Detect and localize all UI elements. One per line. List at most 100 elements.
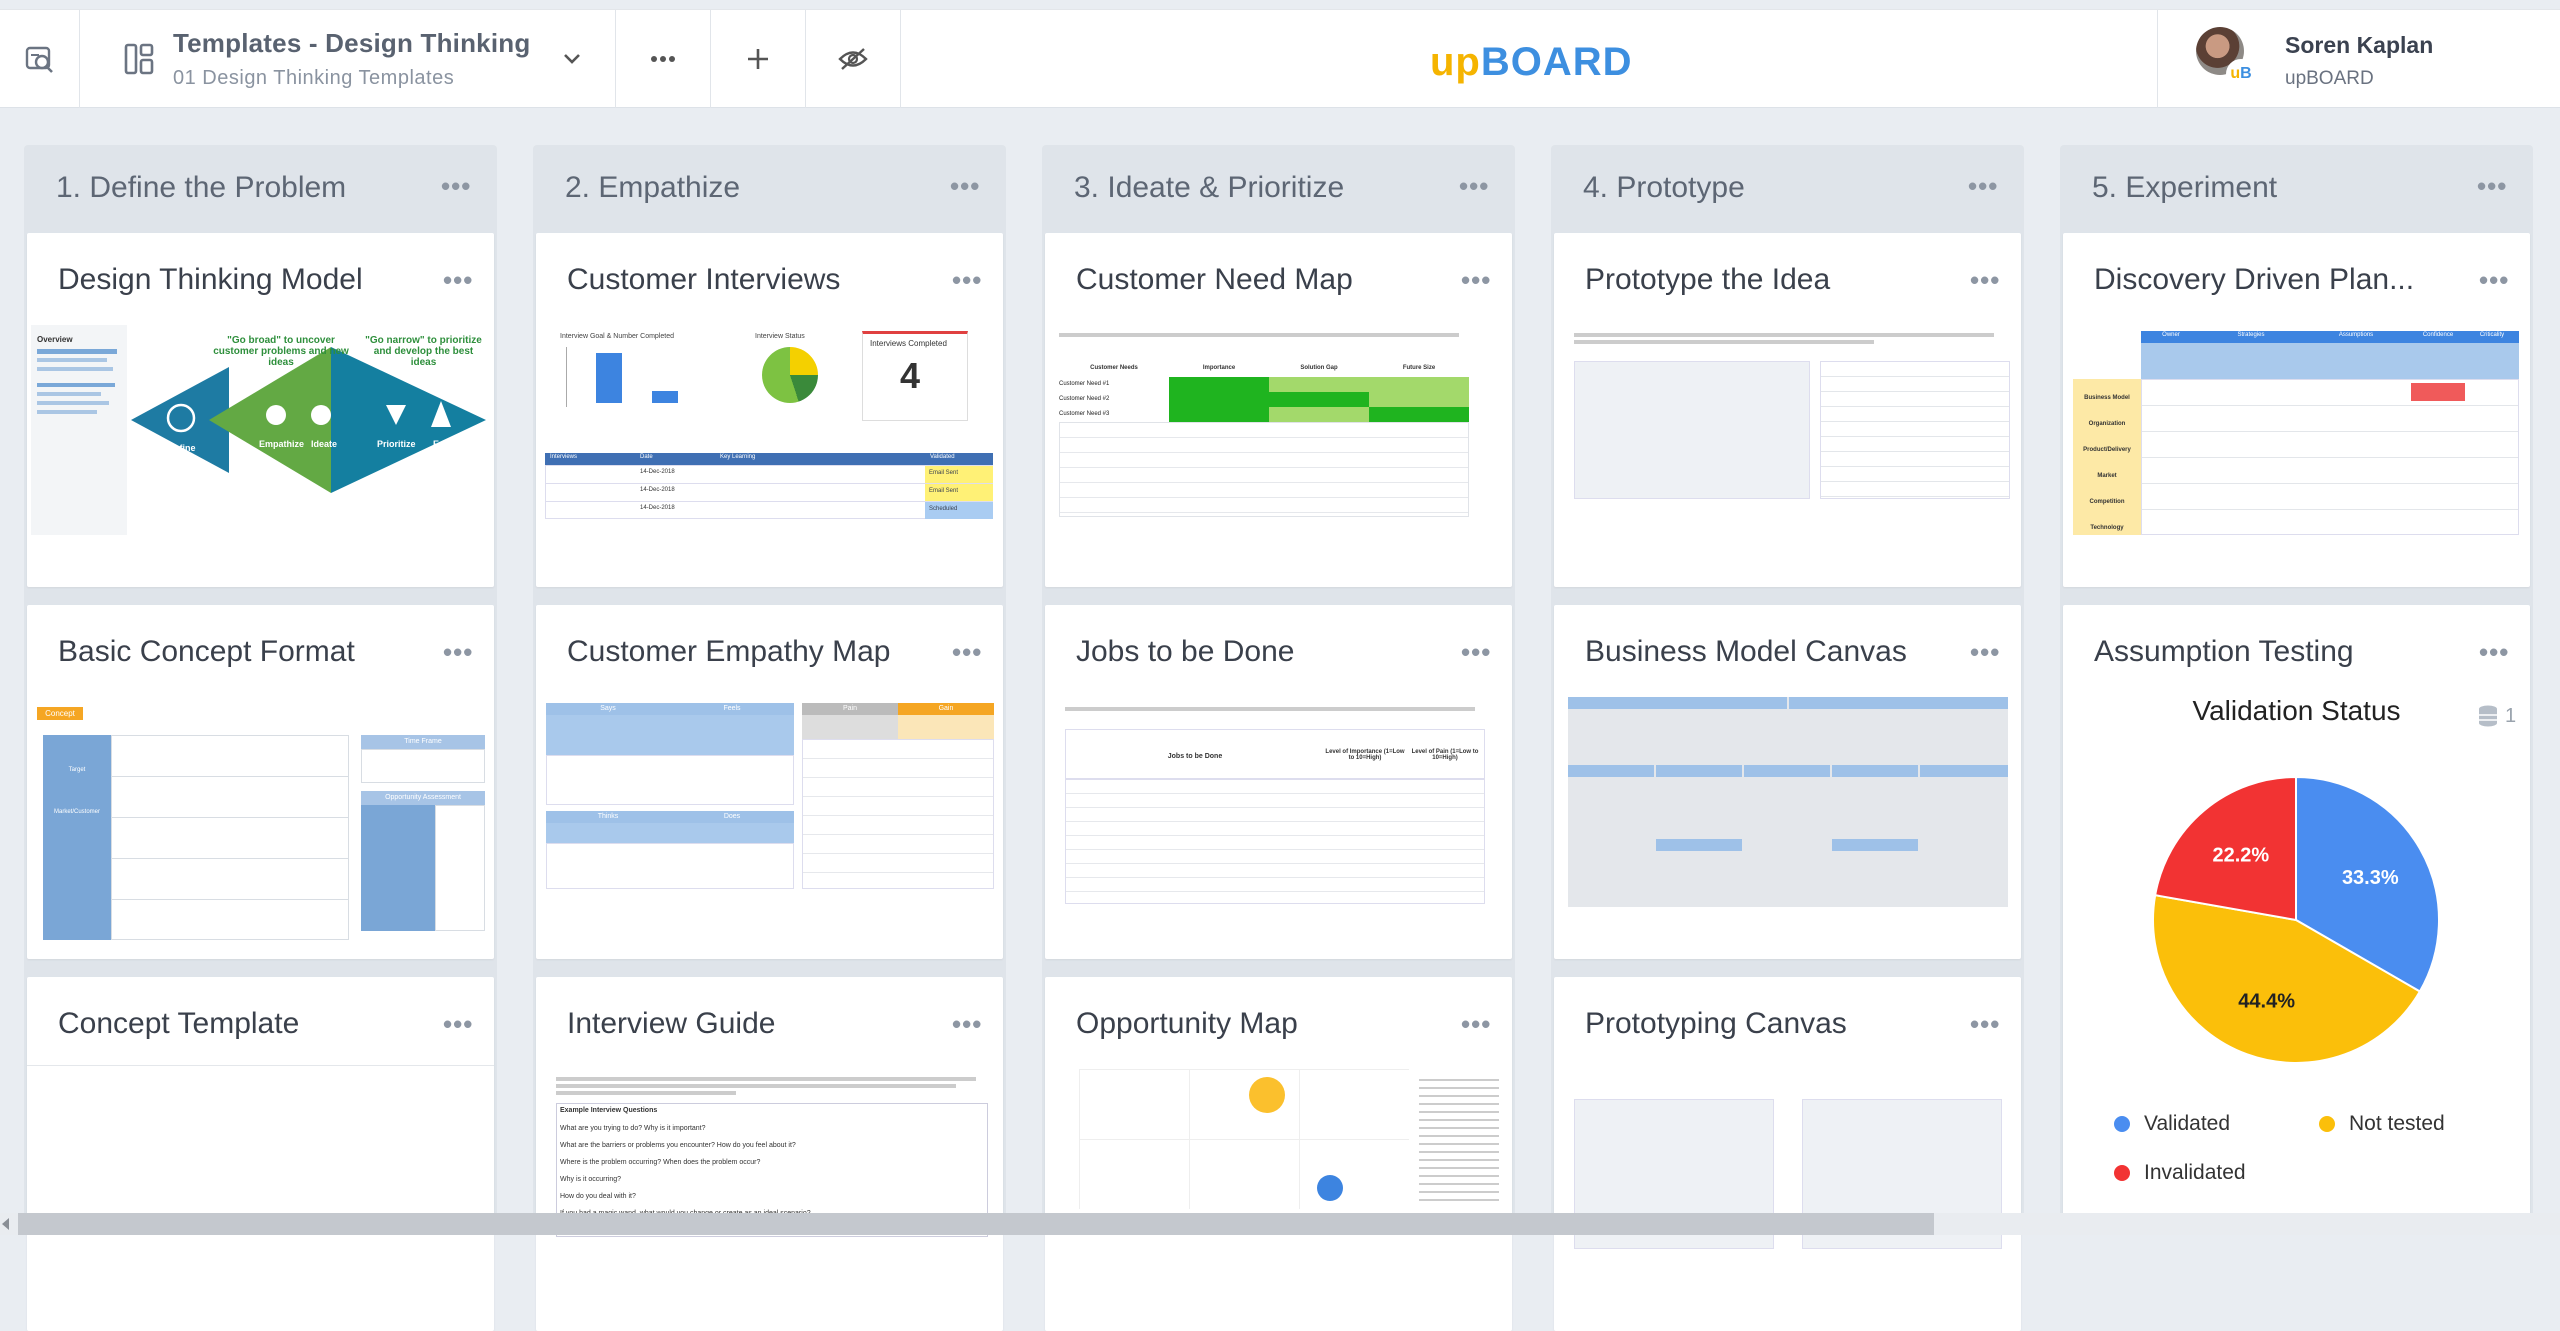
column-more-icon[interactable]: ••• <box>2477 173 2507 199</box>
pie-label-validated: 33.3% <box>2342 867 2399 889</box>
column-more-icon[interactable]: ••• <box>441 173 471 199</box>
horizontal-scrollbar[interactable] <box>0 1213 2560 1235</box>
card-interview-guide[interactable]: Interview Guide ••• Example Interview Qu… <box>536 977 1003 1331</box>
card-thumbnail <box>1558 325 2017 583</box>
card-jobs-to-be-done[interactable]: Jobs to be Done ••• Jobs to be Done Leve… <box>1045 605 1512 959</box>
card-customer-interviews[interactable]: Customer Interviews ••• Interview Goal &… <box>536 233 1003 587</box>
card-more-icon[interactable]: ••• <box>443 1011 473 1037</box>
more-options-button[interactable] <box>616 10 711 108</box>
scrollbar-thumb[interactable] <box>18 1213 1934 1235</box>
legend-validated[interactable]: Validated <box>2114 1112 2230 1136</box>
card-more-icon[interactable]: ••• <box>1970 639 2000 665</box>
column-header: 1. Define the Problem ••• <box>24 145 497 231</box>
column-title: 4. Prototype <box>1583 171 1745 204</box>
column-more-icon[interactable]: ••• <box>1459 173 1489 199</box>
card-thumbnail: Overview "Go broad" to uncover customer … <box>31 325 490 583</box>
column-title: 3. Ideate & Prioritize <box>1074 171 1345 204</box>
column-header: 5. Experiment ••• <box>2060 145 2533 231</box>
card-business-model-canvas[interactable]: Business Model Canvas ••• <box>1554 605 2021 959</box>
more-dots-icon <box>651 56 675 62</box>
card-more-icon[interactable]: ••• <box>443 639 473 665</box>
column-title: 5. Experiment <box>2092 171 2278 204</box>
column-header: 4. Prototype ••• <box>1551 145 2024 231</box>
card-more-icon[interactable]: ••• <box>2479 267 2509 293</box>
eye-hidden-icon <box>838 48 868 70</box>
card-more-icon[interactable]: ••• <box>952 267 982 293</box>
pie-label-not-tested: 44.4% <box>2238 991 2295 1013</box>
card-title: Interview Guide <box>567 1007 776 1040</box>
search-board-button[interactable] <box>0 10 80 108</box>
card-title: Prototyping Canvas <box>1585 1007 1847 1040</box>
chart-title: Validation Status <box>2192 695 2401 726</box>
column-prototype: 4. Prototype ••• Prototype the Idea ••• … <box>1551 145 2024 1331</box>
card-more-icon[interactable]: ••• <box>1461 639 1491 665</box>
card-title: Basic Concept Format <box>58 635 355 668</box>
legend-not-tested[interactable]: Not tested <box>2319 1112 2445 1136</box>
pie-label-invalidated: 22.2% <box>2212 844 2269 866</box>
card-more-icon[interactable]: ••• <box>443 267 473 293</box>
card-concept-template[interactable]: Concept Template ••• <box>27 977 494 1331</box>
card-basic-concept-format[interactable]: Basic Concept Format ••• Concept Target … <box>27 605 494 959</box>
card-title: Customer Need Map <box>1076 263 1353 296</box>
validation-pie-chart: 33.3% 44.4% 22.2% <box>2152 775 2440 1064</box>
card-thumbnail: Example Interview Questions What are you… <box>540 1069 999 1327</box>
card-opportunity-map[interactable]: Opportunity Map ••• <box>1045 977 1512 1331</box>
card-more-icon[interactable]: ••• <box>1970 267 2000 293</box>
card-more-icon[interactable]: ••• <box>1970 1011 2000 1037</box>
card-prototype-the-idea[interactable]: Prototype the Idea ••• <box>1554 233 2021 587</box>
card-thumbnail <box>1558 697 2017 955</box>
card-title: Prototype the Idea <box>1585 263 1831 296</box>
legend-dot <box>2114 1165 2130 1181</box>
column-header: 3. Ideate & Prioritize ••• <box>1042 145 1515 231</box>
record-count: 1 <box>2477 704 2516 728</box>
card-customer-empathy-map[interactable]: Customer Empathy Map ••• Says Feels Thin… <box>536 605 1003 959</box>
card-title: Opportunity Map <box>1076 1007 1298 1040</box>
column-more-icon[interactable]: ••• <box>1968 173 1998 199</box>
card-discovery-driven-plan[interactable]: Discovery Driven Plan... ••• Owner Strat… <box>2063 233 2530 587</box>
user-name: Soren Kaplan <box>2285 32 2434 58</box>
card-title: Jobs to be Done <box>1076 635 1295 668</box>
card-more-icon[interactable]: ••• <box>952 1011 982 1037</box>
database-icon <box>2479 705 2497 727</box>
scroll-left-arrow-icon[interactable] <box>2 1218 9 1230</box>
card-more-icon[interactable]: ••• <box>1461 1011 1491 1037</box>
column-header: 2. Empathize ••• <box>533 145 1006 231</box>
board-subtitle: 01 Design Thinking Templates <box>173 67 455 89</box>
card-design-thinking-model[interactable]: Design Thinking Model ••• Overview "Go b… <box>27 233 494 587</box>
chevron-down-icon[interactable] <box>562 52 582 66</box>
add-button[interactable] <box>711 10 806 108</box>
card-customer-need-map[interactable]: Customer Need Map ••• Customer Needs Imp… <box>1045 233 1512 587</box>
card-more-icon[interactable]: ••• <box>1461 267 1491 293</box>
column-define: 1. Define the Problem ••• Design Thinkin… <box>24 145 497 1331</box>
legend-dot <box>2319 1116 2335 1132</box>
avatar-badge-icon: uB <box>2226 59 2256 89</box>
board-selector[interactable]: Templates - Design Thinking 01 Design Th… <box>80 10 616 108</box>
card-title: Business Model Canvas <box>1585 635 1907 668</box>
brand-logo: upBOARD <box>1430 40 1633 84</box>
card-thumbnail <box>1558 1069 2017 1327</box>
legend-dot <box>2114 1116 2130 1132</box>
column-more-icon[interactable]: ••• <box>950 173 980 199</box>
card-title: Concept Template <box>58 1007 300 1040</box>
card-prototyping-canvas[interactable]: Prototyping Canvas ••• <box>1554 977 2021 1331</box>
card-more-icon[interactable]: ••• <box>2479 639 2509 665</box>
card-thumbnail: Interview Goal & Number Completed Interv… <box>540 325 999 583</box>
plus-icon <box>748 49 768 69</box>
card-title: Customer Interviews <box>567 263 841 296</box>
card-title: Customer Empathy Map <box>567 635 891 668</box>
card-title: Assumption Testing <box>2094 635 2354 668</box>
legend-invalidated[interactable]: Invalidated <box>2114 1161 2246 1185</box>
column-title: 2. Empathize <box>565 171 741 204</box>
card-assumption-testing[interactable]: Assumption Testing ••• Validation Status… <box>2063 605 2530 1225</box>
card-more-icon[interactable]: ••• <box>952 639 982 665</box>
top-bar: Templates - Design Thinking 01 Design Th… <box>0 9 2560 108</box>
column-empathize: 2. Empathize ••• Customer Interviews •••… <box>533 145 1006 1331</box>
card-thumbnail: Says Feels Thinks Does Pain Gain <box>540 697 999 955</box>
hide-button[interactable] <box>806 10 901 108</box>
card-thumbnail: Jobs to be Done Level of Importance (1=L… <box>1049 697 1508 955</box>
card-title: Discovery Driven Plan... <box>2094 263 2415 296</box>
column-ideate: 3. Ideate & Prioritize ••• Customer Need… <box>1042 145 1515 1331</box>
card-thumbnail: Owner Strategies Assumptions Confidence … <box>2067 325 2526 583</box>
board-title: Templates - Design Thinking <box>173 28 531 58</box>
column-experiment: 5. Experiment ••• Discovery Driven Plan.… <box>2060 145 2533 1225</box>
